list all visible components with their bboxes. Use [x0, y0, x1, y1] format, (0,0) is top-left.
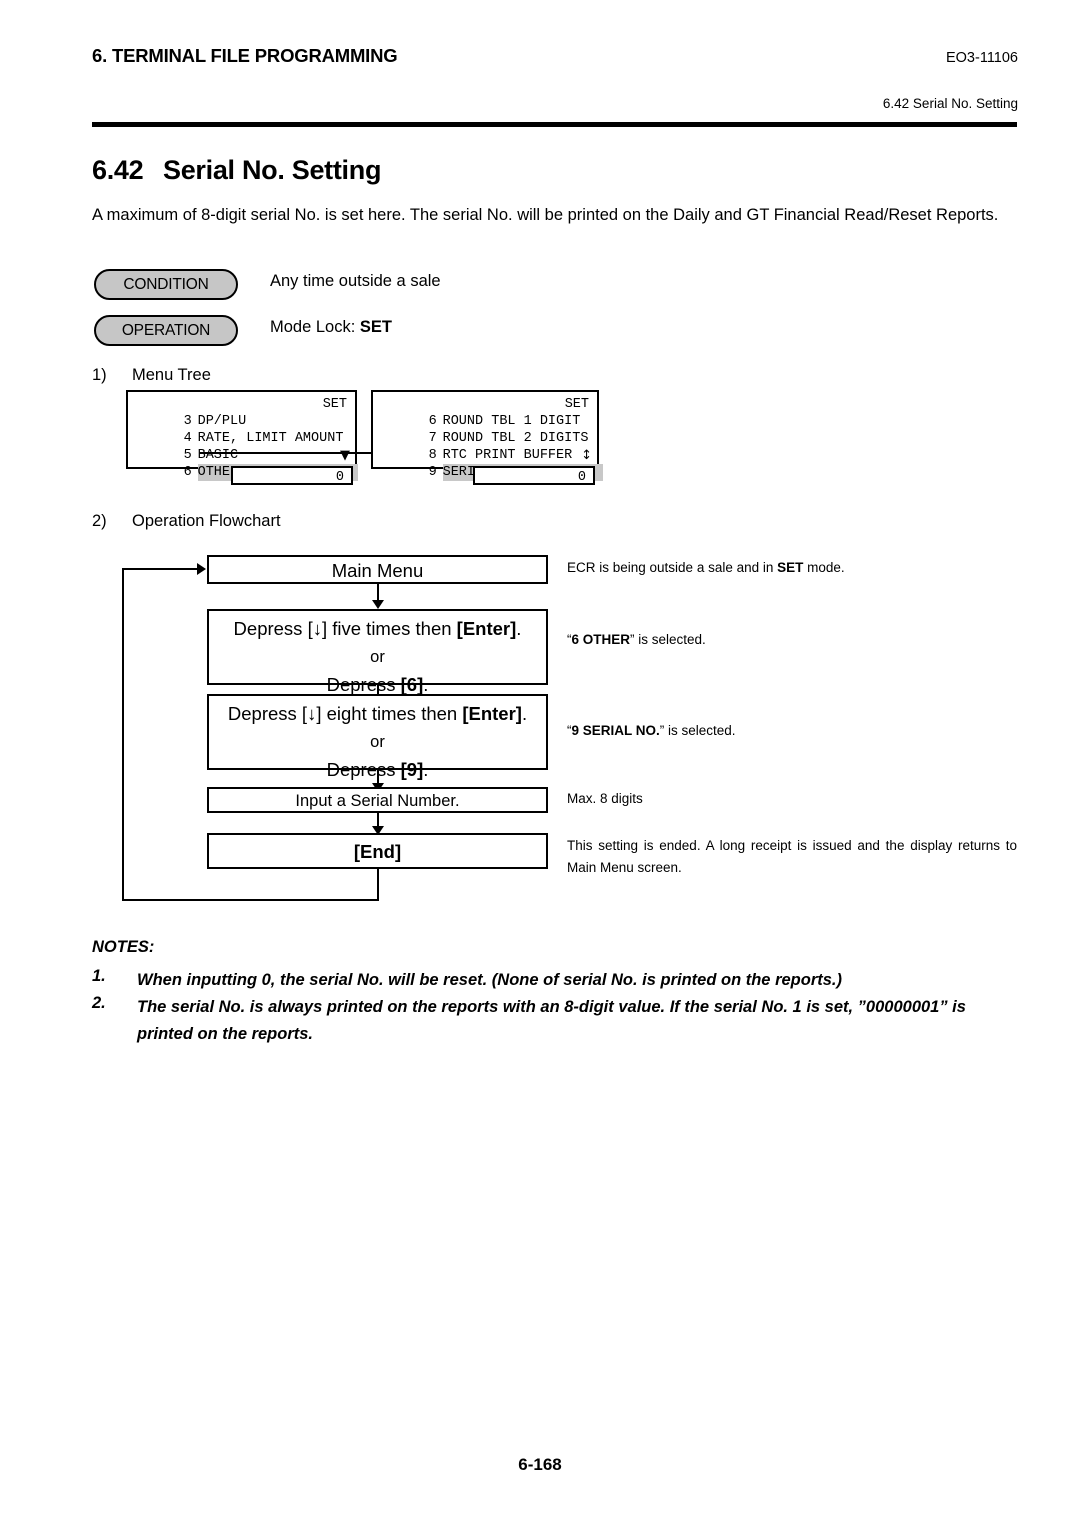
lcd-row-index: 6 [183, 465, 192, 480]
down-arrow-key-icon: ↓ [312, 618, 322, 639]
enter-key-label: [Enter] [456, 618, 517, 639]
text-a: Depress [326, 759, 401, 780]
header-divider [92, 122, 1017, 127]
flow-step-end: [End] [207, 833, 548, 869]
lcd-row-index: 9 [428, 465, 437, 480]
lcd-row[interactable]: 8 RTC PRINT BUFFER [373, 430, 597, 463]
nine-key-label: [9] [400, 759, 424, 780]
flow-step-input-serial: Input a Serial Number. [207, 787, 548, 813]
flow-note-nine-item: 9 SERIAL NO. [571, 723, 660, 738]
lcd-row[interactable]: 5 BASIC [128, 430, 355, 463]
section-number: 6.42 [92, 155, 144, 185]
lcd-row-mode: SET [322, 397, 347, 412]
flow-note-six-item: 6 OTHER [571, 632, 631, 647]
subsection-title-flowchart: Operation Flowchart [132, 512, 281, 530]
flow-note-depress-nine: “9 SERIAL NO.” is selected. [567, 720, 1017, 742]
page-number: 6-168 [518, 1455, 562, 1474]
flow-loop-down [377, 869, 379, 900]
operation-value-mode: SET [359, 318, 392, 336]
note-number: 2. [92, 994, 106, 1012]
lcd-screen-right: 6 ROUND TBL 1 DIGIT SET 7 ROUND TBL 2 DIGI… [371, 390, 603, 481]
flow-note-main-menu-a: ECR is being outside a sale and in [567, 560, 778, 575]
flow-step-main-menu: Main Menu [207, 555, 548, 584]
note-number: 1. [92, 967, 106, 985]
flow-loop-top [122, 568, 198, 570]
text-c: . [521, 703, 528, 724]
text-c: . [516, 618, 522, 639]
flow-step-depress-nine: Depress [↓] eight times then [Enter]. or… [207, 694, 548, 780]
quote-close: ” is selected. [659, 723, 736, 738]
subsection-title-menu-tree: Menu Tree [132, 366, 211, 384]
lcd-row[interactable]: 3 DP/PLU SET [128, 396, 355, 429]
text-b: ] eight times then [316, 703, 463, 724]
lcd-row-mode: SET [564, 397, 589, 412]
text-b: . [423, 674, 429, 695]
lcd-footer-right: 0 [473, 466, 595, 485]
flow-step-depress-nine-or: or [370, 733, 385, 751]
flow-step-end-label: [End] [353, 841, 402, 862]
intro-paragraph: A maximum of 8-digit serial No. is set h… [92, 206, 999, 224]
lcd-row[interactable]: 4 RATE, LIMIT AMOUNT [128, 413, 355, 446]
operation-value-prefix: Mode Lock: [270, 318, 360, 336]
flow-loop-bottom [122, 899, 379, 901]
lcd-row[interactable]: 6 ROUND TBL 1 DIGIT SET [373, 396, 597, 429]
notes-heading: NOTES: [92, 938, 155, 956]
operation-badge: OPERATION [94, 315, 238, 346]
menu-tree-connector [200, 452, 371, 454]
condition-label: CONDITION [123, 276, 209, 293]
quote-close: ” is selected. [630, 632, 706, 647]
operation-value: Mode Lock: SET [270, 318, 392, 337]
flow-note-main-menu-mode: SET [777, 560, 804, 575]
flow-note-end: This setting is ended. A long receipt is… [567, 838, 1017, 875]
lcd-footer-left: 0 [231, 466, 353, 485]
text-b: . [423, 759, 429, 780]
flow-note-depress-six: “6 OTHER” is selected. [567, 629, 1017, 651]
text-a: Depress [ [227, 703, 308, 724]
flow-arrow-icon [197, 563, 206, 575]
text-a: Depress [ [233, 618, 313, 639]
operation-label: OPERATION [121, 322, 211, 339]
condition-value: Any time outside a sale [270, 272, 441, 290]
flow-step-depress-six: Depress [↓] five times then [Enter]. or … [207, 609, 548, 695]
lcd-row-selected[interactable]: 6 OTHER ▼ [128, 447, 358, 481]
flow-note-main-menu: ECR is being outside a sale and in SET m… [567, 557, 1017, 579]
flow-note-main-menu-b: mode. [803, 560, 845, 575]
running-head: 6.42 Serial No. Setting [882, 96, 1018, 111]
note-text: When inputting 0, the serial No. will be… [137, 971, 842, 989]
enter-key-label: [Enter] [462, 703, 522, 724]
lcd-screen-left: 3 DP/PLU SET 4 RATE, LIMIT AMOUNT 5 BASIC 6… [126, 390, 358, 481]
scroll-down-icon[interactable]: ▼ [340, 447, 350, 464]
note-text: The serial No. is always printed on the … [137, 998, 966, 1043]
flow-step-depress-six-line1: Depress [↓] five times then [Enter]. [209, 615, 546, 643]
flow-step-main-menu-label: Main Menu [331, 560, 424, 581]
flow-step-input-serial-label: Input a Serial Number. [295, 792, 460, 810]
flow-arrow-icon [372, 600, 384, 609]
six-key-label: [6] [400, 674, 424, 695]
text-a: Depress [326, 674, 401, 695]
text-b: ] five times then [321, 618, 457, 639]
condition-badge: CONDITION [94, 269, 238, 300]
flow-loop-left [122, 568, 124, 901]
down-arrow-key-icon: ↓ [307, 703, 317, 724]
scroll-up-down-icon[interactable]: ↕ [581, 447, 592, 464]
subsection-number-flowchart: 2) [92, 512, 107, 530]
flow-note-input-serial: Max. 8 digits [567, 791, 643, 806]
lcd-row-selected[interactable]: 9SERIAL NO. ↕ [373, 447, 603, 481]
lcd-row[interactable]: 7 ROUND TBL 2 DIGITS [373, 413, 597, 446]
document-code: EO3-11106 [945, 50, 1018, 66]
page-header-title: 6. TERMINAL FILE PROGRAMMING [92, 45, 398, 66]
flow-step-depress-six-or: or [370, 648, 385, 666]
flow-step-depress-nine-line1: Depress [↓] eight times then [Enter]. [209, 700, 546, 728]
page-title: Serial No. Setting [163, 155, 382, 185]
lcd-rows-left: 3 DP/PLU SET 4 RATE, LIMIT AMOUNT 5 BASIC 6… [128, 392, 358, 481]
lcd-rows-right: 6 ROUND TBL 1 DIGIT SET 7 ROUND TBL 2 DIGI… [373, 392, 603, 481]
subsection-number-menu-tree: 1) [92, 366, 107, 384]
